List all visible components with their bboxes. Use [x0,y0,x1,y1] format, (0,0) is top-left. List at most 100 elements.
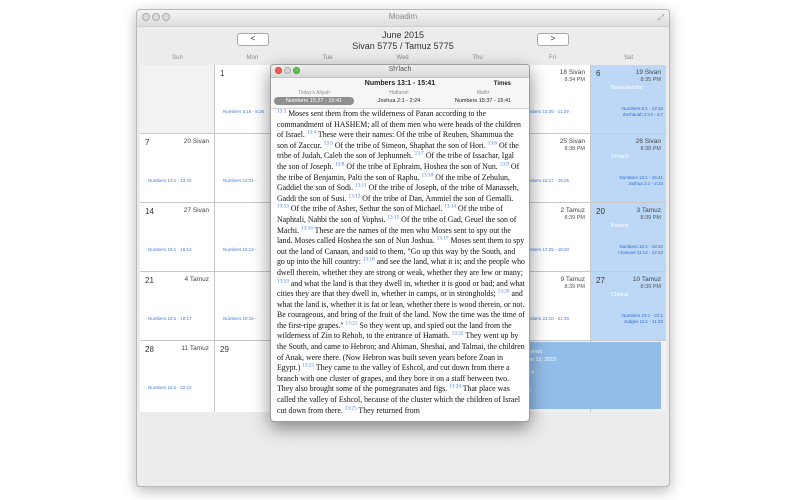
popup-titlebar: Sh'lach [271,65,529,78]
daily-reading: Numbers 19:1 - 19:17 [148,316,192,321]
hebrew-date: 2 Tamuz [560,207,585,214]
shabbat-cell[interactable]: 27 10 Tamuz 8:39 PM Chukat Numbers 19:1 … [591,272,666,340]
candle-time: 8:38 PM [640,146,661,152]
day-number: 28 [145,345,154,354]
daily-reading: Numbers 16:1 - 16:13 [148,247,192,252]
candle-time: 8:39 PM [564,215,585,221]
hebrew-date: 9 Tamuz [560,276,585,283]
weekday-label: Mon [246,55,259,61]
parsha-popup: Sh'lach Numbers 13:1 - 15:41 Times Today… [270,64,530,422]
verse-text: They returned from [356,405,420,415]
verse-number: 13:20 [497,288,510,295]
aliyah-label: Today's Aliyah [298,90,330,96]
window-titlebar: Moadim ⤢ [137,10,669,27]
weekday-label: Fri [549,55,556,61]
verse-number: 13:17 [436,235,449,242]
candle-time: 8:38 PM [564,146,585,152]
month-navigation: < June 2015 Sivan 5775 / Tamuz 5775 > [137,27,669,57]
hebrew-date: 25 Sivan [559,138,585,145]
parsha-name: Beha'alotcha [611,85,643,91]
verse-number: 13:22 [451,330,464,337]
verse-text: and what the land is that they dwell in,… [277,278,525,299]
daily-reading: Numbers 16:14 - [223,247,257,252]
verse-text: Of the tribe of Ephraim, Hoshea the son … [344,161,500,171]
day-number: 7 [145,138,150,147]
verse-text: Of the tribe of Simeon, Shaphat the son … [332,140,488,150]
torah-text: 13:3 Moses sent them from the wilderness… [277,109,525,419]
verse-number: 13:11 [355,182,367,189]
weekday-label: Tue [322,55,333,61]
daily-reading: Numbers 13:1 - 13:20 [148,178,192,183]
candle-time: 8:35 PM [640,77,661,83]
verse-text: Of the tribe of Dan, Ammiel the son of G… [360,193,514,203]
verse-number: 13:6 [487,140,497,147]
candle-time: 8:34 PM [564,77,585,83]
verse-number: 13:3 [277,109,287,115]
day-number: 14 [145,207,154,216]
hebrew-date: 11 Tamuz [181,345,209,352]
verse-number: 13:9 [499,161,509,168]
shabbat-cell[interactable]: 20 3 Tamuz 8:39 PM Korach Numbers 16:1 -… [591,203,666,271]
next-month-button[interactable]: > [537,33,569,46]
shabbat-cell[interactable]: 6 19 Sivan 8:35 PM Beha'alotcha Numbers … [591,65,666,133]
parsha-name: Sh'lach [611,154,629,160]
weekday-label: Wed [396,55,409,61]
verse-number: 13:10 [421,171,434,178]
weekday-label: Sun [172,55,183,61]
month-title: June 2015 [381,30,425,40]
day-cell[interactable]: 14 27 Sivan Numbers 16:1 - 16:13 [140,203,214,271]
hebrew-date: 19 Sivan [635,69,661,76]
times-button[interactable]: Times [494,81,511,87]
verse-number: 13:7 [414,150,424,157]
fullscreen-icon[interactable]: ⤢ [658,13,664,23]
verse-number: 13:16 [300,224,313,231]
aliyah-tab[interactable]: Numbers 15:27 - 15:41 [274,97,354,105]
day-cell[interactable]: 28 11 Tamuz Numbers 22:2 - 22:12 [140,341,214,412]
haftarah-label: Haftarah [389,90,409,96]
verse-number: 13:13 [277,203,289,210]
daily-reading: Numbers 13:21 - [223,178,257,183]
haftarah-reading: Zechariah 2:14 - 4:7 [622,112,663,117]
candle-time: 8:39 PM [640,284,661,290]
day-number: 6 [596,69,601,78]
haftarah-reading: Joshua 2:1 - 2:24 [628,181,663,186]
candle-time: 8:39 PM [564,284,585,290]
day-cell[interactable] [140,65,214,133]
verse-number: 13:24 [449,383,461,390]
verse-number: 13:12 [348,193,361,200]
haftarah-reading: I Samuel 11:14 - 12:22 [617,250,663,255]
hebrew-month-title: Sivan 5775 / Tamuz 5775 [352,41,454,51]
verse-text: Of the tribe of Asher, Sethur the son of… [288,204,445,214]
maftir-label: Maftir [476,90,490,96]
verse-number: 13:4 [306,129,317,136]
daily-reading: Numbers 19:18 - [223,316,257,321]
day-cell[interactable]: 21 4 Tamuz Numbers 19:1 - 19:17 [140,272,214,340]
day-cell[interactable]: 7 20 Sivan Numbers 13:1 - 13:20 [140,134,214,202]
selected-day-details: cle year) mber 13, 2015 2014 014 14 [522,342,661,409]
day-number: 29 [220,345,229,354]
day-number: 20 [596,207,605,216]
haftarah-reading: Judges 11:1 - 11:33 [623,319,663,324]
maftir-tab[interactable]: Numbers 15:37 - 15:41 [443,98,523,104]
verse-number: 13:18 [362,256,375,263]
candle-time: 8:39 PM [640,215,661,221]
parsha-name: Korach [611,223,629,229]
hebrew-date: 3 Tamuz [636,207,661,214]
daily-reading: Numbers 22:2 - 22:12 [148,385,192,390]
verse-number: 13:5 [323,140,333,147]
shabbat-cell[interactable]: 26 Sivan 8:38 PM Sh'lach Numbers 13:1 - … [591,134,666,202]
verse-number: 13:21 [345,320,358,327]
hebrew-date: 10 Tamuz [632,276,661,283]
popup-title: Sh'lach [388,66,412,73]
day-number: 21 [145,276,154,285]
verse-number: 13:23 [302,362,315,369]
verse-number: 13:19 [277,277,289,284]
weekday-label: Sat [623,55,633,61]
haftarah-tab[interactable]: Joshua 2:1 - 2:24 [359,98,439,104]
weekday-label: Thu [472,55,483,61]
verse-number: 13:25 [344,405,357,412]
day-number: 1 [220,69,225,78]
hebrew-date: 26 Sivan [635,138,661,145]
parsha-reading-range: Numbers 13:1 - 15:41 [364,80,436,87]
day-number: 27 [596,276,605,285]
